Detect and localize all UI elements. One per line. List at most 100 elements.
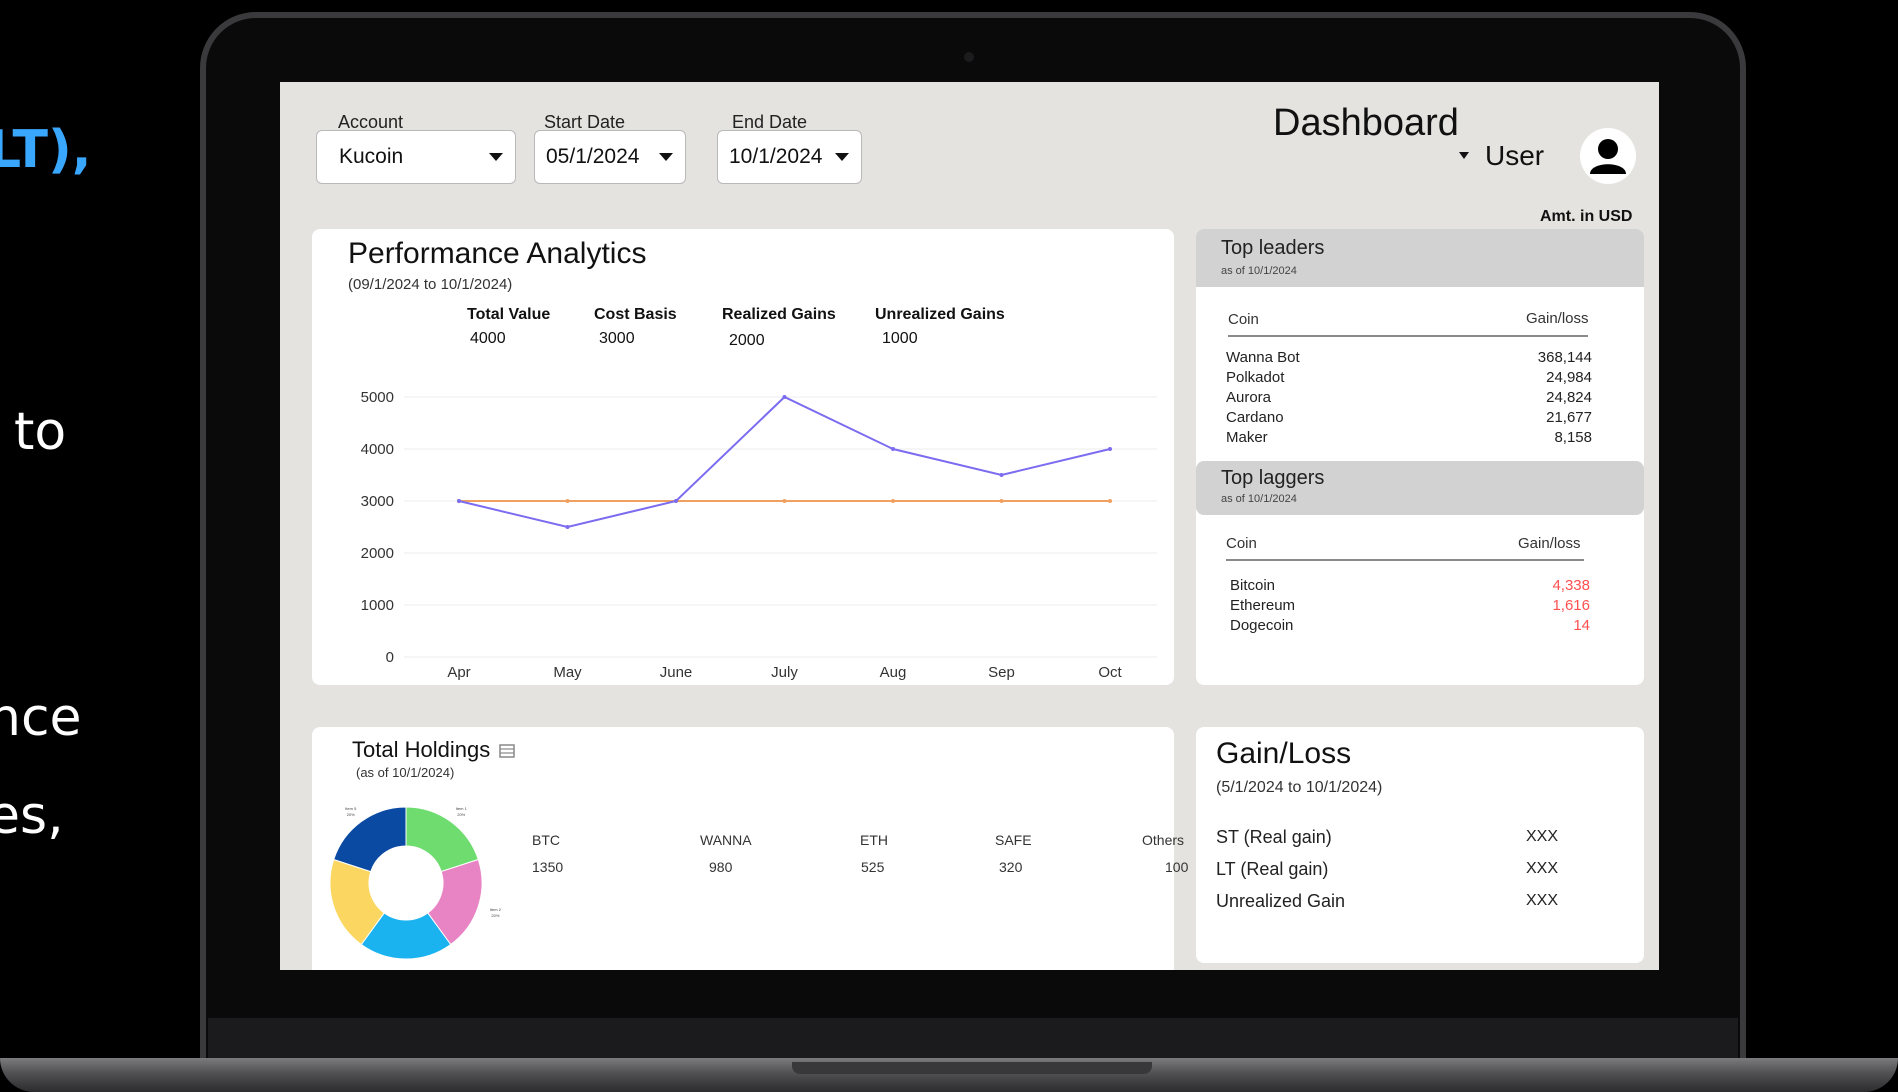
- user-icon: [1590, 139, 1626, 174]
- holding-coin: WANNA: [700, 832, 752, 848]
- donut-slice-pct: 20%: [347, 812, 355, 817]
- performance-card: Performance Analytics (09/1/2024 to 10/1…: [312, 229, 1174, 685]
- series-1-point: [999, 499, 1004, 503]
- donut-slice-label: Item 3: [400, 969, 412, 970]
- series-0-point: [891, 447, 895, 451]
- holding-coin: SAFE: [995, 832, 1032, 848]
- series-line-0: [458, 395, 1111, 529]
- holdings-donut-chart: Item 120%Item 220%Item 320%Item 420%Item…: [322, 806, 502, 970]
- donut-slice-label: Item 2: [490, 907, 502, 912]
- gainloss-value: XXX: [1526, 860, 1559, 877]
- gainloss-title: Gain/Loss: [1216, 737, 1352, 770]
- gainloss-label: LT (Real gain): [1216, 859, 1329, 879]
- x-tick-label: Oct: [1098, 664, 1122, 681]
- donut-slice-label: Item 5: [345, 806, 357, 811]
- series-0-point: [1108, 447, 1112, 451]
- donut-slice-pct: 20%: [457, 812, 465, 817]
- x-tick-label: June: [660, 664, 693, 681]
- x-tick-label: Sep: [988, 664, 1015, 681]
- gainloss-range: (5/1/2024 to 10/1/2024): [1216, 779, 1383, 796]
- avatar[interactable]: [1580, 128, 1636, 184]
- leader-coin: Polkadot: [1226, 369, 1285, 386]
- gainloss-label: Unrealized Gain: [1216, 891, 1346, 911]
- holding-coin: ETH: [860, 832, 888, 848]
- holding-value: 980: [709, 859, 733, 875]
- holdings-as-of: (as of 10/1/2024): [356, 765, 455, 780]
- leader-coin: Cardano: [1226, 409, 1284, 426]
- holding-coin: Others: [1142, 832, 1185, 848]
- leader-gain: 8,158: [1554, 429, 1592, 446]
- laggers-title: Top laggers: [1221, 467, 1325, 489]
- end-date-value: 10/1/2024: [729, 145, 823, 168]
- holding-value: 100: [1165, 859, 1189, 875]
- lagger-coin: Bitcoin: [1230, 577, 1276, 594]
- leader-gain: 368,144: [1537, 349, 1592, 366]
- lagger-gain: 14: [1573, 617, 1590, 634]
- y-tick-label: 4000: [361, 441, 394, 458]
- laggers-as-of: as of 10/1/2024: [1221, 493, 1297, 505]
- series-1-point: [565, 499, 570, 503]
- side-text-3: nce: [0, 688, 82, 748]
- leaders-as-of: as of 10/1/2024: [1221, 265, 1297, 277]
- x-tick-label: Aug: [880, 664, 907, 681]
- leader-gain: 24,824: [1546, 389, 1592, 406]
- laggers-divider: [1226, 559, 1584, 561]
- series-0-point: [457, 499, 461, 503]
- donut-slice-label: Item 4: [322, 907, 323, 912]
- donut-slice: [333, 806, 407, 873]
- x-tick-label: Apr: [447, 664, 470, 681]
- leaders-title: Top leaders: [1221, 237, 1325, 259]
- dashboard-screen: Account Kucoin Start Date 05/1/2024 End …: [280, 82, 1659, 970]
- camera-dot: [964, 52, 974, 62]
- performance-line-chart: 0 1000 2000 3000 4000 5000 Apr May June July Aug Se…: [361, 389, 1157, 681]
- holding-value: 525: [861, 859, 885, 875]
- y-tick-label: 3000: [361, 493, 394, 510]
- account-select[interactable]: Kucoin: [316, 130, 516, 184]
- account-value: Kucoin: [339, 145, 404, 168]
- series-1-point: [1108, 499, 1112, 503]
- leaders-col-gain: Gain/loss: [1526, 310, 1589, 327]
- leader-coin: Wanna Bot: [1226, 349, 1300, 366]
- side-text-1: LT),: [0, 120, 92, 180]
- end-date-select[interactable]: 10/1/2024: [717, 130, 862, 184]
- leader-gain: 21,677: [1546, 409, 1592, 426]
- gainloss-value: XXX: [1526, 828, 1559, 845]
- leaders-laggers-card: Top leaders as of 10/1/2024 Coin Gain/lo…: [1196, 229, 1644, 685]
- series-0-point: [674, 499, 678, 503]
- x-tick-label: July: [771, 664, 798, 681]
- user-menu[interactable]: User: [1485, 140, 1544, 172]
- gainloss-value: XXX: [1526, 892, 1559, 909]
- y-tick-label: 5000: [361, 389, 394, 406]
- y-tick-label: 1000: [361, 597, 394, 614]
- leaders-header: Top leaders as of 10/1/2024: [1196, 229, 1644, 287]
- holding-value: 320: [999, 859, 1023, 875]
- laggers-col-gain: Gain/loss: [1518, 535, 1581, 552]
- leaders-col-coin: Coin: [1228, 311, 1259, 328]
- laptop-notch: [792, 1062, 1152, 1074]
- start-date-select[interactable]: 05/1/2024: [534, 130, 686, 184]
- series-1-point: [891, 499, 895, 503]
- lagger-coin: Dogecoin: [1230, 617, 1294, 634]
- user-dropdown-caret-icon[interactable]: [1459, 152, 1469, 159]
- leader-coin: Aurora: [1226, 389, 1272, 406]
- holdings-title: Total Holdings: [352, 737, 516, 763]
- start-date-value: 05/1/2024: [546, 145, 640, 168]
- chevron-down-icon: [659, 153, 673, 161]
- donut-slice-pct: 20%: [491, 913, 499, 918]
- leader-coin: Maker: [1226, 429, 1268, 446]
- y-tick-label: 0: [386, 649, 394, 666]
- donut-slice: [405, 806, 479, 873]
- page-title: Dashboard: [1273, 102, 1459, 144]
- gainloss-card: Gain/Loss (5/1/2024 to 10/1/2024) ST (Re…: [1196, 727, 1644, 963]
- donut-slice-label: Item 1: [456, 806, 468, 811]
- leaders-divider: [1228, 335, 1588, 337]
- holdings-title-text: Total Holdings: [352, 737, 491, 762]
- x-tick-label: May: [553, 664, 582, 681]
- holding-coin: BTC: [532, 832, 560, 848]
- series-1-point: [782, 499, 787, 503]
- holding-value: 1350: [532, 859, 564, 875]
- lagger-gain: 1,616: [1552, 597, 1590, 614]
- leader-gain: 24,984: [1546, 369, 1592, 386]
- table-icon[interactable]: [499, 744, 516, 758]
- lagger-gain: 4,338: [1552, 577, 1590, 594]
